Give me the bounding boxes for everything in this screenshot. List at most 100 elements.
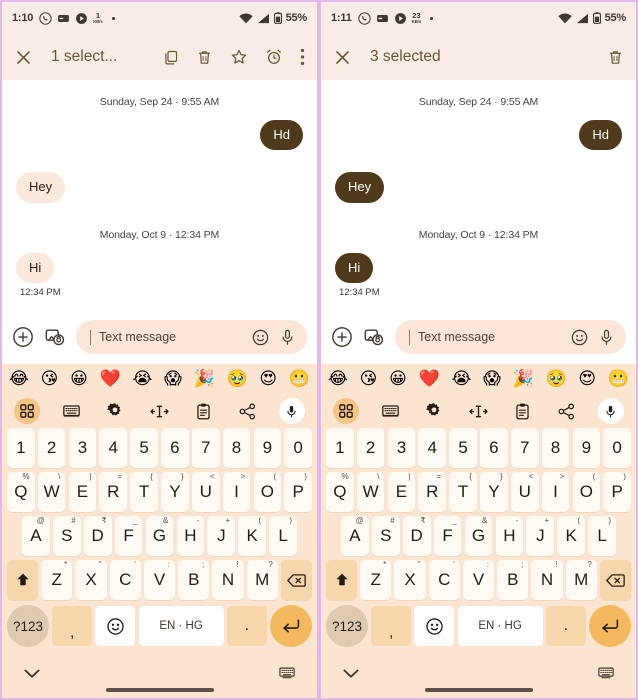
key-e[interactable]: | E [387, 472, 416, 512]
key-v[interactable]: :V [462, 560, 495, 600]
key-b[interactable]: ; B [497, 560, 529, 600]
emoji-smile-icon[interactable] [570, 328, 589, 347]
key-n[interactable]: ! N [531, 560, 563, 600]
image-camera-icon[interactable] [44, 326, 66, 348]
comma-key[interactable]: , [371, 606, 412, 646]
emoji-item[interactable]: 😬 [608, 370, 629, 388]
key-j[interactable]: + J [207, 516, 236, 556]
image-camera-icon[interactable] [363, 326, 385, 348]
key-5[interactable]: 5 [130, 428, 158, 468]
alarm-icon[interactable] [265, 48, 283, 66]
home-gesture-pill[interactable] [424, 688, 533, 692]
emoji-item[interactable]: 😀 [389, 370, 407, 388]
message-row[interactable]: Hd [16, 120, 303, 151]
emoji-item[interactable]: 🎉 [513, 370, 534, 388]
key-7[interactable]: 7 [510, 428, 539, 468]
key-t[interactable]: {T [449, 472, 477, 512]
key-i[interactable]: > I [541, 472, 570, 512]
emoji-item[interactable]: 😍 [578, 370, 596, 388]
key-u[interactable]: < U [510, 472, 539, 512]
emoji-item[interactable]: ❤️ [100, 370, 121, 388]
key-q[interactable]: % Q [326, 472, 354, 512]
key-0[interactable]: 0 [284, 428, 312, 468]
message-bubble-outgoing[interactable]: Hd [579, 120, 622, 151]
key-k[interactable]: (K [557, 516, 586, 556]
settings-gear-icon[interactable] [102, 398, 128, 424]
key-4[interactable]: 4 [99, 428, 128, 468]
key-4[interactable]: 4 [418, 428, 447, 468]
key-w[interactable]: \ W [37, 472, 66, 512]
message-bubble-incoming[interactable]: Hey [335, 172, 385, 203]
key-p[interactable]: ) P [284, 472, 312, 512]
emoji-item[interactable]: 😂 [328, 370, 348, 388]
emoji-item[interactable]: 😂 [9, 370, 29, 388]
key-y[interactable]: } Y [480, 472, 508, 512]
key-9[interactable]: 9 [572, 428, 601, 468]
key-c[interactable]: ' C [109, 560, 141, 600]
star-icon[interactable] [230, 48, 248, 66]
period-key[interactable]: . [545, 606, 586, 646]
keyboard-icon[interactable] [377, 398, 403, 424]
key-z[interactable]: * Z [360, 560, 392, 600]
text-cursor-icon[interactable] [465, 398, 491, 424]
key-v[interactable]: :V [143, 560, 176, 600]
key-o[interactable]: (O [253, 472, 282, 512]
plus-circle-icon[interactable] [12, 326, 34, 348]
grid-apps-icon[interactable] [14, 398, 40, 424]
key-h[interactable]: -H [176, 516, 205, 556]
share-icon[interactable] [554, 398, 580, 424]
key-7[interactable]: 7 [191, 428, 220, 468]
key-p[interactable]: ) P [603, 472, 631, 512]
emoji-item[interactable]: 😭 [451, 370, 471, 388]
key-6[interactable]: 6 [480, 428, 508, 468]
key-r[interactable]: = R [418, 472, 447, 512]
emoji-item[interactable]: 😘 [41, 370, 59, 388]
message-bubble-incoming[interactable]: Hi [16, 252, 55, 283]
copy-icon[interactable] [162, 49, 179, 66]
key-k[interactable]: (K [238, 516, 267, 556]
microphone-icon[interactable] [278, 328, 297, 347]
key-w[interactable]: \ W [356, 472, 385, 512]
key-y[interactable]: } Y [161, 472, 189, 512]
keyboard-switch-icon[interactable] [598, 666, 614, 684]
microphone-icon[interactable] [278, 398, 305, 424]
plus-circle-icon[interactable] [331, 326, 353, 348]
key-1[interactable]: 1 [7, 428, 35, 468]
key-2[interactable]: 2 [356, 428, 385, 468]
message-bubble-incoming[interactable]: Hi [335, 252, 374, 283]
grid-apps-icon[interactable] [333, 398, 359, 424]
key-s[interactable]: # S [52, 516, 81, 556]
emoji-item[interactable]: 😱 [164, 370, 182, 388]
emoji-item[interactable]: 🎉 [194, 370, 215, 388]
comma-key[interactable]: , [52, 606, 93, 646]
key-i[interactable]: > I [222, 472, 251, 512]
key-l[interactable]: ) L [588, 516, 616, 556]
emoji-item[interactable]: 😭 [132, 370, 152, 388]
key-s[interactable]: # S [371, 516, 400, 556]
key-z[interactable]: * Z [41, 560, 73, 600]
key-2[interactable]: 2 [37, 428, 66, 468]
key-u[interactable]: < U [191, 472, 220, 512]
microphone-icon[interactable] [597, 328, 616, 347]
message-row[interactable]: Hd [335, 120, 622, 151]
clipboard-icon[interactable] [510, 398, 536, 424]
key-a[interactable]: @ A [341, 516, 369, 556]
keyboard-icon[interactable] [58, 398, 84, 424]
key-d[interactable]: ₹ D [83, 516, 112, 556]
close-icon[interactable] [333, 48, 352, 67]
overflow-icon[interactable] [300, 48, 305, 66]
key-1[interactable]: 1 [326, 428, 354, 468]
shift-up-arrow-icon[interactable] [325, 560, 358, 600]
close-icon[interactable] [14, 48, 33, 67]
backspace-icon[interactable] [280, 560, 313, 600]
emoji-item[interactable]: 🥹 [545, 370, 566, 388]
message-bubble-incoming[interactable]: Hey [16, 172, 66, 203]
emoji-item[interactable]: 😍 [259, 370, 277, 388]
message-row[interactable]: Hey [335, 172, 622, 203]
text-cursor-icon[interactable] [146, 398, 172, 424]
microphone-icon[interactable] [597, 398, 624, 424]
backspace-icon[interactable] [599, 560, 632, 600]
message-row[interactable]: Hi [335, 252, 622, 283]
key-9[interactable]: 9 [253, 428, 282, 468]
key-o[interactable]: (O [572, 472, 601, 512]
